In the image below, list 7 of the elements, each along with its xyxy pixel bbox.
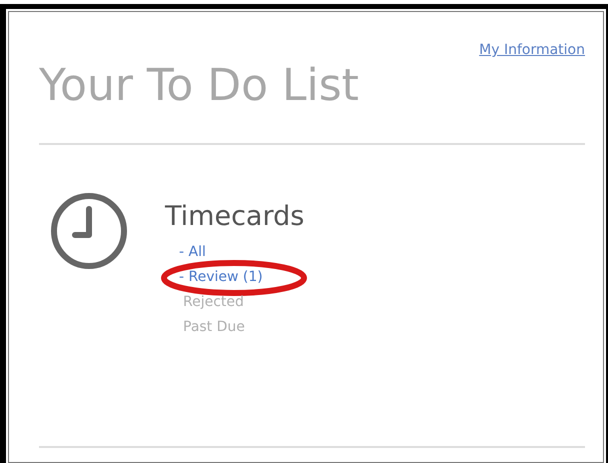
- page-title: Your To Do List: [39, 60, 359, 111]
- status-text: Rejected: [183, 293, 244, 312]
- status-text: Past Due: [183, 318, 245, 337]
- filter-link[interactable]: - All: [179, 240, 206, 265]
- clock-icon: [49, 191, 129, 271]
- section-title: Timecards: [165, 201, 304, 232]
- my-information-link[interactable]: My Information: [479, 42, 585, 58]
